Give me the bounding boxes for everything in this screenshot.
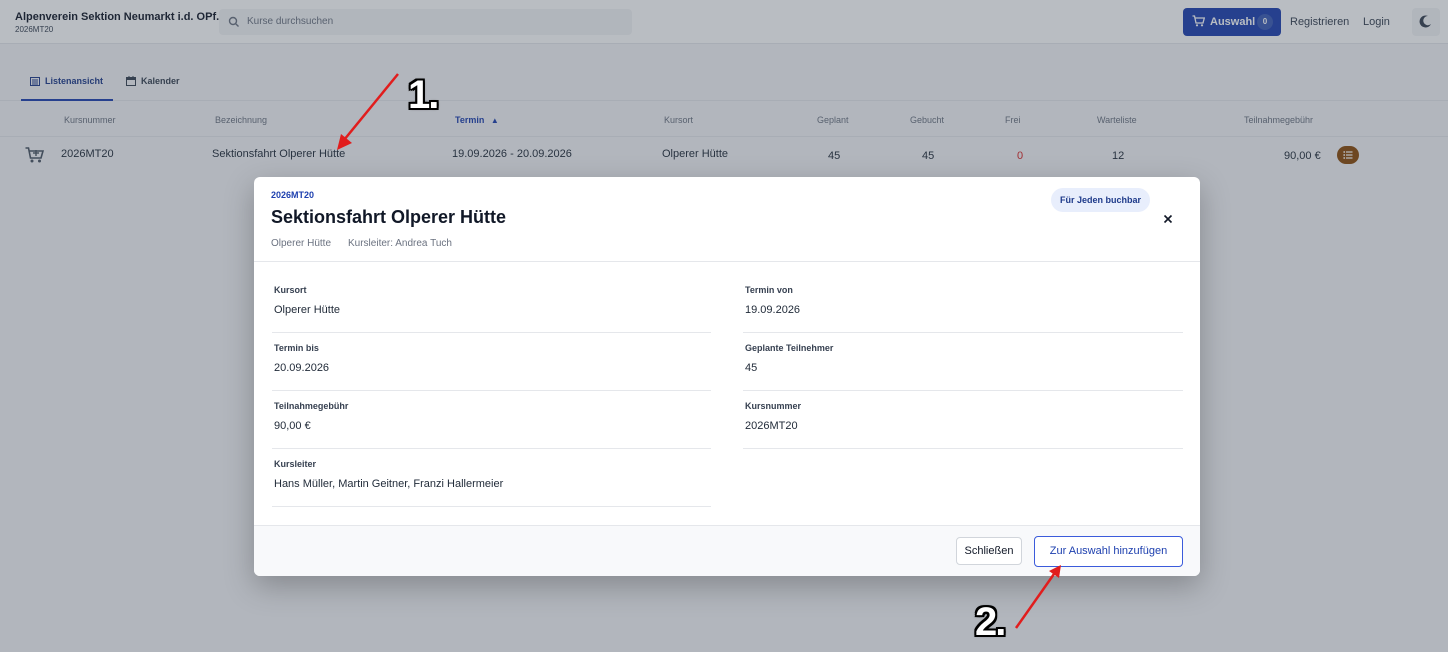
close-button[interactable]: Schließen: [956, 537, 1022, 565]
field-geplante-teilnehmer: Geplante Teilnehmer 45: [743, 333, 1183, 391]
field-termin-von: Termin von 19.09.2026: [743, 275, 1183, 333]
field-teilnahmegebuehr: Teilnahmegebühr 90,00 €: [272, 391, 711, 449]
add-to-selection-button[interactable]: Zur Auswahl hinzufügen: [1034, 536, 1183, 567]
field-value: 45: [745, 362, 758, 374]
modal-title: Sektionsfahrt Olperer Hütte: [271, 207, 507, 227]
field-label: Geplante Teilnehmer: [745, 343, 834, 353]
field-label: Kursort: [274, 285, 307, 295]
annotation-step-1: 1.: [408, 73, 439, 117]
field-kursnummer: Kursnummer 2026MT20: [743, 391, 1183, 449]
close-icon[interactable]: [1161, 212, 1175, 226]
field-value: 90,00 €: [274, 420, 311, 432]
field-value: Hans Müller, Martin Geitner, Franzi Hall…: [274, 478, 504, 490]
course-detail-modal: 2026MT20 Sektionsfahrt Olperer Hütte Olp…: [254, 177, 1200, 576]
field-label: Kursleiter: [274, 459, 317, 469]
modal-leader: Kursleiter: Andrea Tuch: [348, 238, 452, 249]
annotation-step-2: 2.: [975, 600, 1006, 644]
field-value: 2026MT20: [745, 420, 798, 432]
field-value: 19.09.2026: [745, 304, 801, 316]
field-label: Termin bis: [274, 343, 319, 353]
bookable-badge: Für Jeden buchbar: [1051, 188, 1150, 212]
field-label: Termin von: [745, 285, 793, 295]
field-value: Olperer Hütte: [274, 304, 341, 316]
modal-footer: Schließen Zur Auswahl hinzufügen: [254, 525, 1200, 576]
modal-course-code: 2026MT20: [271, 190, 315, 200]
field-kursort: Kursort Olperer Hütte: [272, 275, 711, 333]
modal-place: Olperer Hütte: [271, 238, 332, 249]
field-label: Kursnummer: [745, 401, 802, 411]
field-termin-bis: Termin bis 20.09.2026: [272, 333, 711, 391]
field-value: 20.09.2026: [274, 362, 330, 374]
field-kursleiter: Kursleiter Hans Müller, Martin Geitner, …: [272, 449, 711, 507]
modal-header-divider: [254, 261, 1200, 262]
field-label: Teilnahmegebühr: [274, 401, 349, 411]
